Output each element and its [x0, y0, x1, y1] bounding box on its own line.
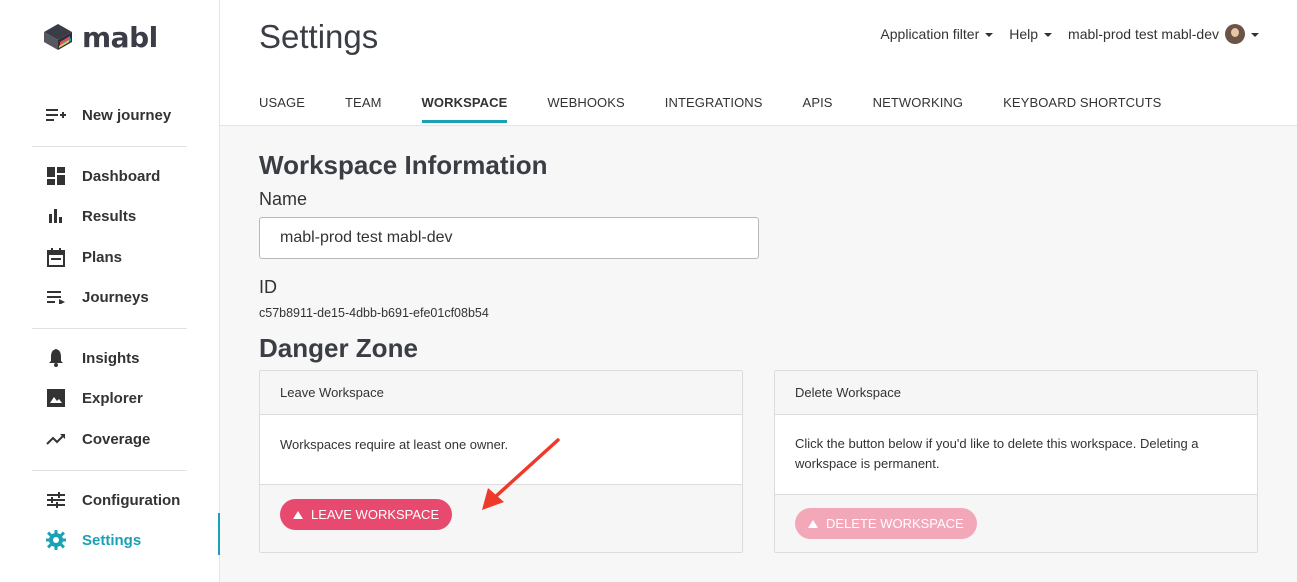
- application-filter-dropdown[interactable]: Application filter: [880, 26, 994, 42]
- sidebar-item-results[interactable]: Results: [45, 199, 220, 233]
- tabs-divider: [220, 125, 1297, 126]
- logo-text: mabl: [82, 20, 158, 54]
- sidebar: mabl New journey Dashboard Results Plans…: [0, 0, 221, 582]
- sidebar-item-label: Configuration: [82, 491, 181, 509]
- sidebar-item-label: Insights: [82, 349, 140, 367]
- caret-down-icon: [1251, 32, 1259, 37]
- sidebar-item-label: Plans: [82, 248, 123, 266]
- warning-icon: [808, 519, 818, 528]
- delete-workspace-button[interactable]: DELETE WORKSPACE: [795, 508, 977, 539]
- avatar: [1225, 24, 1245, 44]
- sidebar-divider: [32, 470, 187, 471]
- sidebar-item-label: Dashboard: [82, 167, 161, 185]
- leave-workspace-button-label: LEAVE WORKSPACE: [311, 507, 440, 522]
- sidebar-item-label: Coverage: [82, 430, 151, 448]
- workspace-information-heading: Workspace Information: [259, 150, 548, 180]
- settings-tabs: USAGE TEAM WORKSPACE WEBHOOKS INTEGRATIO…: [259, 86, 1201, 123]
- sidebar-item-label: New journey: [82, 106, 172, 124]
- leave-workspace-card-header: Leave Workspace: [260, 371, 742, 415]
- tab-workspace[interactable]: WORKSPACE: [421, 86, 508, 123]
- eject-icon: [293, 510, 303, 519]
- tab-webhooks[interactable]: WEBHOOKS: [547, 86, 624, 123]
- delete-workspace-card: Delete Workspace Click the button below …: [774, 370, 1258, 553]
- delete-workspace-button-label: DELETE WORKSPACE: [826, 516, 964, 531]
- sidebar-item-plans[interactable]: Plans: [45, 240, 220, 274]
- danger-zone-heading: Danger Zone: [259, 333, 418, 363]
- tab-team[interactable]: TEAM: [345, 86, 382, 123]
- workspace-id-value: c57b8911-de15-4dbb-b691-efe01cf08b54: [259, 306, 489, 320]
- workspace-user-dropdown[interactable]: mabl-prod test mabl-dev: [1068, 24, 1259, 44]
- sidebar-item-explorer[interactable]: Explorer: [45, 381, 220, 415]
- sidebar-item-settings[interactable]: Settings: [45, 513, 221, 557]
- sidebar-divider: [32, 328, 187, 329]
- new-journey-icon: [45, 104, 67, 126]
- leave-workspace-button[interactable]: LEAVE WORKSPACE: [280, 499, 453, 530]
- image-icon: [45, 387, 67, 409]
- sliders-icon: [45, 489, 67, 511]
- name-label: Name: [259, 189, 308, 209]
- trending-up-icon: [45, 428, 67, 450]
- mabl-logo[interactable]: mabl: [40, 20, 158, 54]
- sidebar-item-label: Explorer: [82, 389, 143, 407]
- bell-icon: [45, 347, 67, 369]
- delete-workspace-card-header: Delete Workspace: [775, 371, 1257, 415]
- sidebar-item-dashboard[interactable]: Dashboard: [45, 159, 220, 193]
- sidebar-item-label: Results: [82, 207, 137, 225]
- page-title: Settings: [259, 18, 379, 55]
- application-filter-label: Application filter: [880, 26, 980, 42]
- mabl-logo-icon: [44, 24, 72, 50]
- sidebar-item-journeys[interactable]: Journeys: [45, 280, 220, 314]
- delete-workspace-card-body: Click the button below if you'd like to …: [795, 436, 1199, 471]
- sidebar-divider: [32, 146, 187, 147]
- sidebar-item-label: Settings: [82, 531, 142, 549]
- help-label: Help: [1009, 26, 1039, 42]
- tab-usage[interactable]: USAGE: [259, 86, 305, 123]
- top-nav: Application filter Help mabl-prod test m…: [864, 24, 1259, 44]
- tab-apis[interactable]: APIS: [803, 86, 833, 123]
- gear-icon: [45, 529, 67, 551]
- sidebar-item-coverage[interactable]: Coverage: [45, 422, 220, 456]
- tab-keyboard-shortcuts[interactable]: KEYBOARD SHORTCUTS: [1003, 86, 1161, 123]
- annotation-arrow-icon: [482, 438, 560, 510]
- id-label: ID: [259, 277, 277, 297]
- caret-down-icon: [1044, 32, 1053, 37]
- workspace-name-input[interactable]: [259, 217, 759, 259]
- sidebar-item-configuration[interactable]: Configuration: [45, 483, 220, 517]
- journeys-list-icon: [45, 286, 67, 308]
- help-dropdown[interactable]: Help: [1009, 26, 1053, 42]
- sidebar-item-new-journey[interactable]: New journey: [45, 98, 220, 132]
- caret-down-icon: [985, 32, 994, 37]
- tab-networking[interactable]: NETWORKING: [873, 86, 964, 123]
- sidebar-item-insights[interactable]: Insights: [45, 341, 220, 375]
- calendar-icon: [45, 246, 67, 268]
- tab-integrations[interactable]: INTEGRATIONS: [665, 86, 763, 123]
- dashboard-icon: [45, 165, 67, 187]
- sidebar-item-label: Journeys: [82, 288, 149, 306]
- delete-workspace-card-footer: DELETE WORKSPACE: [775, 494, 1257, 552]
- workspace-name: mabl-prod test mabl-dev: [1068, 26, 1219, 42]
- bar-chart-icon: [45, 205, 67, 227]
